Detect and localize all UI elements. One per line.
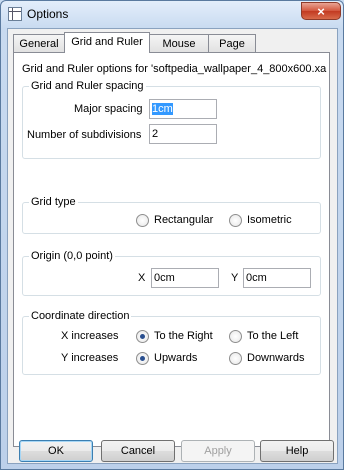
spacing-group-title: Grid and Ruler spacing	[29, 80, 146, 92]
grid-app-icon	[8, 7, 22, 21]
major-spacing-value: 1cm	[152, 103, 173, 115]
window-title: Options	[27, 7, 69, 21]
major-spacing-label: Major spacing	[74, 103, 143, 115]
options-dialog: Options × General Grid and Ruler Mouse P…	[0, 0, 344, 470]
to-the-left-label[interactable]: To the Left	[247, 330, 298, 342]
y-increases-label: Y increases	[61, 352, 119, 364]
upwards-label[interactable]: Upwards	[154, 352, 197, 364]
to-the-right-radio[interactable]	[136, 330, 149, 343]
subdivisions-input[interactable]: 2	[149, 124, 217, 144]
rectangular-radio[interactable]	[136, 214, 149, 227]
grid-type-group: Grid type Rectangular Isometric	[22, 196, 321, 234]
grid-type-group-title: Grid type	[29, 196, 78, 208]
isometric-label[interactable]: Isometric	[247, 214, 292, 226]
isometric-radio[interactable]	[229, 214, 242, 227]
origin-x-label: X	[138, 272, 146, 284]
major-spacing-input[interactable]: 1cm	[149, 99, 217, 119]
to-the-left-radio[interactable]	[229, 330, 242, 343]
x-increases-label: X increases	[61, 330, 119, 342]
tab-general[interactable]: General	[13, 34, 65, 53]
origin-y-input[interactable]: 0cm	[243, 268, 311, 288]
ok-button[interactable]: OK	[19, 440, 93, 462]
upwards-radio[interactable]	[136, 352, 149, 365]
help-button[interactable]: Help	[260, 440, 334, 462]
origin-y-label: Y	[231, 272, 239, 284]
tab-grid-and-ruler[interactable]: Grid and Ruler	[64, 32, 150, 53]
tab-mouse[interactable]: Mouse	[149, 34, 209, 53]
origin-group-title: Origin (0,0 point)	[29, 250, 115, 262]
grid-and-ruler-panel: Grid and Ruler options for 'softpedia_wa…	[13, 52, 330, 447]
rectangular-label[interactable]: Rectangular	[154, 214, 213, 226]
tab-page[interactable]: Page	[208, 34, 256, 53]
cancel-button[interactable]: Cancel	[101, 440, 175, 462]
downwards-radio[interactable]	[229, 352, 242, 365]
options-description: Grid and Ruler options for 'softpedia_wa…	[22, 63, 327, 75]
title-bar: Options ×	[1, 1, 343, 27]
origin-group: Origin (0,0 point) X 0cm Y 0cm	[22, 250, 321, 296]
subdivisions-label: Number of subdivisions	[27, 129, 142, 141]
to-the-right-label[interactable]: To the Right	[154, 330, 213, 342]
spacing-group: Grid and Ruler spacing Major spacing 1cm…	[22, 80, 321, 159]
close-button[interactable]: ×	[301, 2, 341, 20]
downwards-label[interactable]: Downwards	[247, 352, 304, 364]
coordinate-direction-group-title: Coordinate direction	[29, 310, 132, 322]
origin-x-input[interactable]: 0cm	[151, 268, 219, 288]
apply-button[interactable]: Apply	[181, 440, 255, 462]
dialog-client-area: General Grid and Ruler Mouse Page Grid a…	[7, 28, 338, 464]
coordinate-direction-group: Coordinate direction X increases To the …	[22, 310, 321, 375]
